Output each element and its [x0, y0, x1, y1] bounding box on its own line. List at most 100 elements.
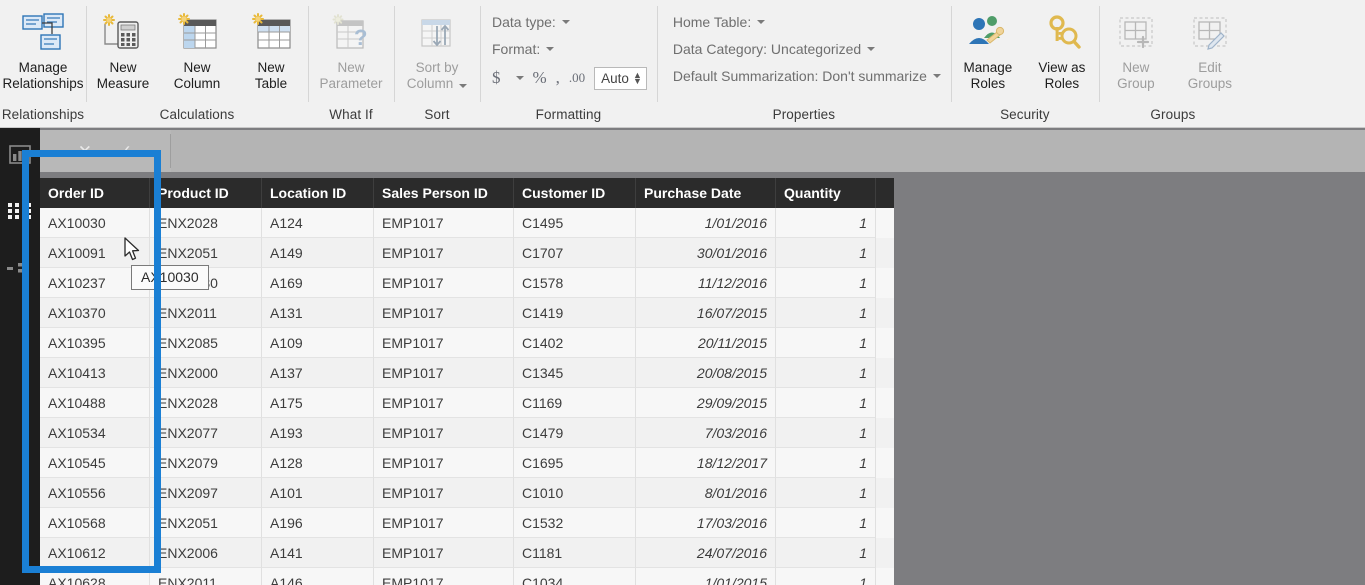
- cell-order-id[interactable]: AX10370: [40, 298, 150, 328]
- column-header-sales-person-id[interactable]: Sales Person ID: [374, 178, 514, 208]
- spinner-icon[interactable]: ▲ ▼: [633, 71, 642, 86]
- cell-order-id[interactable]: AX10395: [40, 328, 150, 358]
- cell-location-id[interactable]: A124: [262, 208, 374, 238]
- table-row[interactable]: AX10628 ENX2011 A146 EMP1017 C1034 1/01/2015 1: [40, 568, 894, 585]
- cell-purchase-date[interactable]: 29/09/2015: [636, 388, 776, 418]
- cell-sales-person-id[interactable]: EMP1017: [374, 568, 514, 585]
- cell-purchase-date[interactable]: 1/01/2016: [636, 208, 776, 238]
- cell-product-id[interactable]: ENX2077: [150, 418, 262, 448]
- cell-sales-person-id[interactable]: EMP1017: [374, 358, 514, 388]
- table-row[interactable]: AX10488 ENX2028 A175 EMP1017 C1169 29/09/2015…: [40, 388, 894, 418]
- table-row[interactable]: AX10395 ENX2085 A109 EMP1017 C1402 20/11/2015…: [40, 328, 894, 358]
- cell-customer-id[interactable]: C1010: [514, 478, 636, 508]
- cell-order-id[interactable]: AX10030: [40, 208, 150, 238]
- cell-quantity[interactable]: 1: [776, 448, 876, 478]
- home-table-row[interactable]: Home Table:: [673, 10, 941, 34]
- cell-product-id[interactable]: ENX2097: [150, 478, 262, 508]
- new-table-button[interactable]: New Table: [234, 4, 308, 91]
- cell-order-id[interactable]: AX10628: [40, 568, 150, 585]
- table-row[interactable]: AX10091 ENX2051 A149 EMP1017 C1707 30/01/2016…: [40, 238, 894, 268]
- cell-location-id[interactable]: A101: [262, 478, 374, 508]
- cell-quantity[interactable]: 1: [776, 268, 876, 298]
- formula-input[interactable]: [171, 130, 1365, 172]
- cell-quantity[interactable]: 1: [776, 358, 876, 388]
- comma-icon[interactable]: ,: [556, 68, 560, 88]
- cell-customer-id[interactable]: C1181: [514, 538, 636, 568]
- cell-quantity[interactable]: 1: [776, 238, 876, 268]
- edit-groups-button[interactable]: Edit Groups: [1173, 4, 1247, 91]
- cell-customer-id[interactable]: C1402: [514, 328, 636, 358]
- cell-customer-id[interactable]: C1169: [514, 388, 636, 418]
- sort-by-column-button[interactable]: Sort by Column: [394, 4, 480, 91]
- cancel-x-icon[interactable]: ✕: [78, 143, 92, 160]
- cell-location-id[interactable]: A141: [262, 538, 374, 568]
- sidebar-item-report-view[interactable]: [0, 128, 40, 186]
- cell-customer-id[interactable]: C1034: [514, 568, 636, 585]
- cell-sales-person-id[interactable]: EMP1017: [374, 268, 514, 298]
- cell-location-id[interactable]: A128: [262, 448, 374, 478]
- cell-sales-person-id[interactable]: EMP1017: [374, 388, 514, 418]
- cell-purchase-date[interactable]: 18/12/2017: [636, 448, 776, 478]
- cell-order-id[interactable]: AX10534: [40, 418, 150, 448]
- new-group-button[interactable]: New Group: [1099, 4, 1173, 91]
- sidebar-item-model-view[interactable]: [0, 244, 40, 302]
- cell-location-id[interactable]: A109: [262, 328, 374, 358]
- manage-relationships-button[interactable]: Manage Relationships: [0, 4, 86, 91]
- column-header-customer-id[interactable]: Customer ID: [514, 178, 636, 208]
- cell-purchase-date[interactable]: 8/01/2016: [636, 478, 776, 508]
- cell-quantity[interactable]: 1: [776, 328, 876, 358]
- cell-quantity[interactable]: 1: [776, 418, 876, 448]
- cell-sales-person-id[interactable]: EMP1017: [374, 328, 514, 358]
- cell-customer-id[interactable]: C1419: [514, 298, 636, 328]
- cell-customer-id[interactable]: C1345: [514, 358, 636, 388]
- default-summarization-row[interactable]: Default Summarization: Don't summarize: [673, 64, 941, 88]
- table-row[interactable]: AX10030 ENX2028 A124 EMP1017 C1495 1/01/2016 1: [40, 208, 894, 238]
- table-row[interactable]: AX10534 ENX2077 A193 EMP1017 C1479 7/03/2016 1: [40, 418, 894, 448]
- cell-purchase-date[interactable]: 1/01/2015: [636, 568, 776, 585]
- accept-check-icon[interactable]: ✓: [118, 143, 132, 160]
- cell-quantity[interactable]: 1: [776, 298, 876, 328]
- cell-purchase-date[interactable]: 20/08/2015: [636, 358, 776, 388]
- cell-sales-person-id[interactable]: EMP1017: [374, 238, 514, 268]
- cell-purchase-date[interactable]: 7/03/2016: [636, 418, 776, 448]
- cell-quantity[interactable]: 1: [776, 568, 876, 585]
- currency-dollar-icon[interactable]: $: [492, 68, 501, 88]
- cell-product-id[interactable]: ENX2051: [150, 238, 262, 268]
- cell-order-id[interactable]: AX10413: [40, 358, 150, 388]
- cell-quantity[interactable]: 1: [776, 388, 876, 418]
- column-header-product-id[interactable]: Product ID: [150, 178, 262, 208]
- cell-customer-id[interactable]: C1578: [514, 268, 636, 298]
- cell-product-id[interactable]: ENX2011: [150, 568, 262, 585]
- cell-location-id[interactable]: A131: [262, 298, 374, 328]
- cell-customer-id[interactable]: C1495: [514, 208, 636, 238]
- cell-order-id[interactable]: AX10612: [40, 538, 150, 568]
- table-row[interactable]: AX10612 ENX2006 A141 EMP1017 C1181 24/07/2016…: [40, 538, 894, 568]
- cell-sales-person-id[interactable]: EMP1017: [374, 508, 514, 538]
- table-row[interactable]: AX10556 ENX2097 A101 EMP1017 C1010 8/01/2016 1: [40, 478, 894, 508]
- cell-location-id[interactable]: A137: [262, 358, 374, 388]
- cell-sales-person-id[interactable]: EMP1017: [374, 478, 514, 508]
- cell-sales-person-id[interactable]: EMP1017: [374, 418, 514, 448]
- cell-product-id[interactable]: ENX2028: [150, 208, 262, 238]
- sidebar-item-data-view[interactable]: [0, 186, 40, 244]
- cell-order-id[interactable]: AX10545: [40, 448, 150, 478]
- cell-purchase-date[interactable]: 16/07/2015: [636, 298, 776, 328]
- view-as-roles-button[interactable]: View as Roles: [1025, 4, 1099, 91]
- cell-location-id[interactable]: A146: [262, 568, 374, 585]
- cell-location-id[interactable]: A193: [262, 418, 374, 448]
- cell-customer-id[interactable]: C1707: [514, 238, 636, 268]
- decimal-places-icon[interactable]: .00: [569, 70, 585, 86]
- new-measure-button[interactable]: New Measure: [86, 4, 160, 91]
- cell-location-id[interactable]: A175: [262, 388, 374, 418]
- cell-sales-person-id[interactable]: EMP1017: [374, 448, 514, 478]
- table-row[interactable]: AX10568 ENX2051 A196 EMP1017 C1532 17/03/2016…: [40, 508, 894, 538]
- cell-sales-person-id[interactable]: EMP1017: [374, 298, 514, 328]
- cell-customer-id[interactable]: C1532: [514, 508, 636, 538]
- cell-quantity[interactable]: 1: [776, 478, 876, 508]
- new-column-button[interactable]: New Column: [160, 4, 234, 91]
- column-header-quantity[interactable]: Quantity: [776, 178, 876, 208]
- data-type-row[interactable]: Data type:: [492, 10, 647, 34]
- data-category-row[interactable]: Data Category: Uncategorized: [673, 37, 941, 61]
- cell-purchase-date[interactable]: 11/12/2016: [636, 268, 776, 298]
- cell-order-id[interactable]: AX10568: [40, 508, 150, 538]
